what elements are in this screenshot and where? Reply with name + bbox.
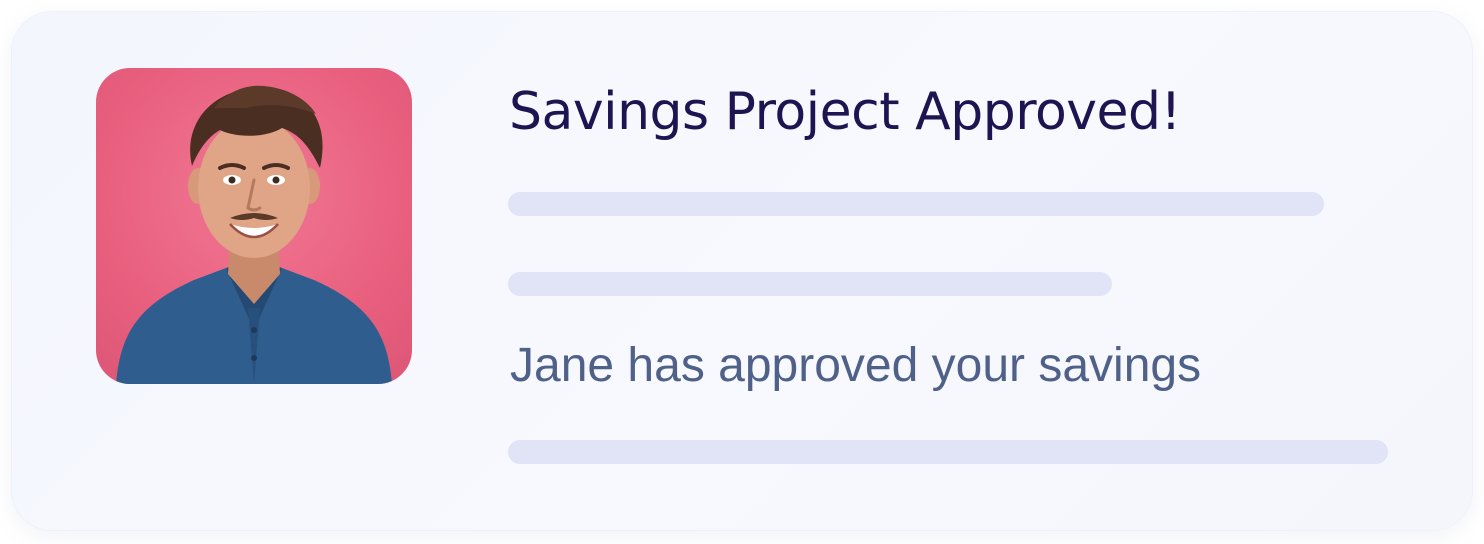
notification-card[interactable]: Savings Project Approved! Jane has appro… (12, 12, 1472, 530)
placeholder-line (508, 192, 1324, 216)
notification-message: Jane has approved your savings (510, 339, 1202, 392)
person-portrait-icon (116, 85, 392, 384)
notification-title: Savings Project Approved! (509, 82, 1181, 142)
placeholder-line (508, 440, 1388, 464)
avatar (96, 68, 412, 384)
placeholder-line (508, 272, 1112, 296)
